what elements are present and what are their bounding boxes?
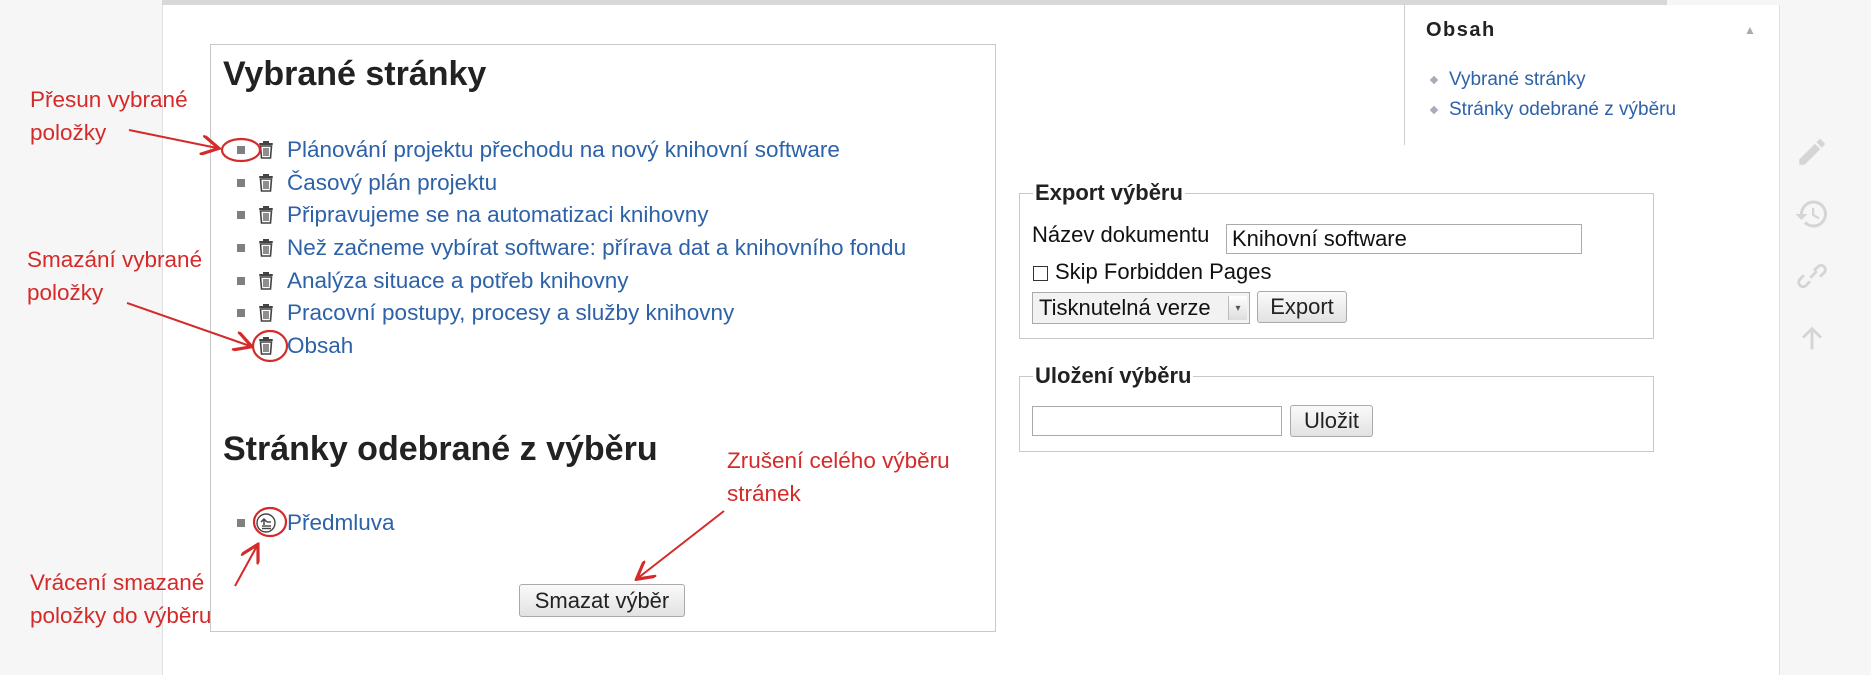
selected-pages-heading: Vybrané stránky	[223, 55, 487, 93]
export-format-value: Tisknutelná verze	[1039, 295, 1211, 320]
skip-forbidden-label: Skip Forbidden Pages	[1055, 259, 1272, 284]
selected-page-link[interactable]: Pracovní postupy, procesy a služby kniho…	[287, 300, 734, 326]
skip-forbidden-checkbox[interactable]	[1033, 266, 1048, 281]
annotation-delete: Smazání vybrané položky	[27, 247, 203, 305]
selected-page-item: Obsah	[237, 330, 906, 363]
toc-link-selected[interactable]: Vybrané stránky	[1449, 69, 1586, 91]
selected-page-link[interactable]: Plánování projektu přechodu na nový knih…	[287, 137, 840, 163]
bullet-icon	[1429, 105, 1439, 115]
selected-page-item: Časový plán projektu	[237, 167, 906, 200]
chevron-down-icon: ▾	[1228, 296, 1247, 320]
book-selection-panel: Vybrané stránky Plánování projektu přech…	[210, 44, 996, 632]
trash-icon[interactable]	[256, 205, 276, 225]
export-legend: Export výběru	[1033, 180, 1185, 206]
removed-pages-list: Předmluva	[237, 507, 395, 540]
selected-page-link[interactable]: Časový plán projektu	[287, 170, 497, 196]
selected-page-item: Než začneme vybírat software: přírava da…	[237, 232, 906, 265]
selected-page-link[interactable]: Obsah	[287, 333, 353, 359]
removed-page-item: Předmluva	[237, 507, 395, 540]
document-name-input[interactable]	[1226, 224, 1582, 254]
trash-icon[interactable]	[256, 140, 276, 160]
toc-collapse-icon[interactable]: ▲	[1744, 23, 1756, 37]
bullet-icon	[1429, 75, 1439, 85]
toc-item[interactable]: Vybrané stránky	[1429, 65, 1676, 95]
drag-handle-icon[interactable]	[237, 276, 245, 285]
restore-icon[interactable]	[256, 513, 276, 533]
selected-page-item: Plánování projektu přechodu na nový knih…	[237, 134, 906, 167]
trash-icon[interactable]	[256, 303, 276, 323]
trash-icon[interactable]	[256, 238, 276, 258]
toc-item[interactable]: Stránky odebrané z výběru	[1429, 95, 1676, 125]
selected-page-link[interactable]: Než začneme vybírat software: přírava da…	[287, 235, 906, 261]
selected-page-item: Připravujeme se na automatizaci knihovny	[237, 199, 906, 232]
toc-title: Obsah	[1426, 19, 1496, 41]
trash-icon[interactable]	[256, 173, 276, 193]
annotation-move: Přesun vybrané položky	[30, 87, 188, 145]
drag-handle-icon[interactable]	[237, 146, 245, 155]
arrow-up-icon[interactable]	[1790, 316, 1834, 360]
selected-page-link[interactable]: Analýza situace a potřeb knihovny	[287, 268, 628, 294]
history-icon[interactable]	[1790, 192, 1834, 236]
trash-icon[interactable]	[256, 336, 276, 356]
export-button[interactable]: Export	[1257, 291, 1347, 323]
removed-page-link[interactable]: Předmluva	[287, 510, 395, 536]
export-fieldset: Export výběru Název dokumentu Skip Forbi…	[1019, 180, 1654, 339]
drag-handle-icon[interactable]	[237, 211, 245, 220]
trash-icon[interactable]	[256, 271, 276, 291]
drag-handle-icon[interactable]	[237, 309, 245, 318]
drag-handle-icon[interactable]	[237, 244, 245, 253]
save-name-input[interactable]	[1032, 406, 1282, 436]
bullet-icon	[237, 519, 245, 528]
document-name-label: Název dokumentu	[1032, 222, 1210, 247]
export-format-select[interactable]: Tisknutelná verze ▾	[1032, 292, 1250, 324]
link-icon[interactable]	[1790, 254, 1834, 298]
toc-link-removed[interactable]: Stránky odebrané z výběru	[1449, 99, 1676, 121]
drag-handle-icon[interactable]	[237, 178, 245, 187]
save-fieldset: Uložení výběru Uložit	[1019, 363, 1654, 452]
removed-pages-heading: Stránky odebrané z výběru	[223, 430, 658, 468]
clear-selection-button[interactable]: Smazat výběr	[519, 584, 685, 617]
pencil-icon[interactable]	[1790, 130, 1834, 174]
table-of-contents: Obsah ▲ Vybrané stránky Stránky odebrané…	[1404, 5, 1765, 145]
annotation-clear: Zrušení celého výběru stránek	[727, 448, 950, 506]
annotation-restore: Vrácení smazané položky do výběru	[30, 570, 212, 628]
selected-pages-list: Plánování projektu přechodu na nový knih…	[237, 134, 906, 362]
save-legend: Uložení výběru	[1033, 363, 1194, 389]
selected-page-item: Pracovní postupy, procesy a služby kniho…	[237, 297, 906, 330]
selected-page-link[interactable]: Připravujeme se na automatizaci knihovny	[287, 202, 708, 228]
save-button[interactable]: Uložit	[1290, 405, 1373, 437]
selected-page-item: Analýza situace a potřeb knihovny	[237, 264, 906, 297]
